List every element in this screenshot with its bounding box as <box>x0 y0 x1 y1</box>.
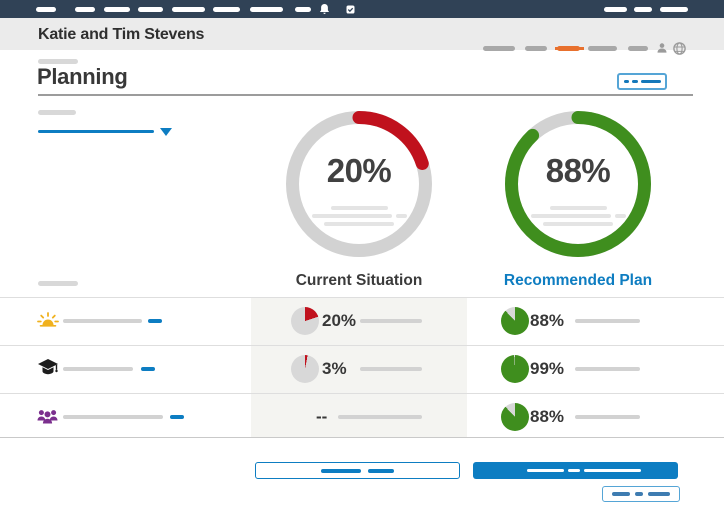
client-nav-tab[interactable] <box>525 46 547 51</box>
nav-link-placeholder[interactable] <box>172 7 205 12</box>
nav-link-placeholder[interactable] <box>604 7 627 12</box>
button-label-placeholder <box>648 492 670 496</box>
column-header-recommended[interactable]: Recommended Plan <box>467 272 689 290</box>
user-profile-icon[interactable] <box>656 42 668 54</box>
client-nav-tab[interactable] <box>628 46 648 51</box>
primary-action-button[interactable] <box>473 462 678 479</box>
value-placeholder <box>575 367 640 371</box>
recommended-mini-pie <box>501 307 529 335</box>
value-placeholder <box>575 319 640 323</box>
globe-icon[interactable] <box>673 42 686 55</box>
graduation-cap-icon <box>37 358 59 376</box>
value-placeholder <box>338 415 422 419</box>
header-divider <box>38 94 693 96</box>
button-label-placeholder <box>635 492 643 496</box>
top-navbar <box>0 0 724 18</box>
nav-link-placeholder[interactable] <box>104 7 130 12</box>
goals-column-placeholder <box>38 281 78 286</box>
button-label-placeholder <box>584 469 641 473</box>
goal-label-placeholder <box>63 319 142 323</box>
goal-edit-link[interactable] <box>141 367 155 371</box>
active-tab-underline <box>555 47 584 50</box>
goal-row: 20% 88% <box>0 297 724 345</box>
gauge-text-placeholder <box>543 222 613 227</box>
nav-link-placeholder[interactable] <box>250 7 283 12</box>
chevron-down-icon[interactable] <box>160 128 172 136</box>
column-header-current: Current Situation <box>251 272 467 290</box>
current-mini-pie <box>291 307 319 335</box>
gauge-text-placeholder <box>550 206 607 211</box>
goal-label-placeholder <box>63 367 133 371</box>
tertiary-action-button[interactable] <box>602 486 680 502</box>
nav-link-placeholder[interactable] <box>295 7 311 12</box>
sunrise-icon <box>37 312 59 328</box>
goal-edit-link[interactable] <box>170 415 184 419</box>
secondary-action-button[interactable] <box>255 462 460 479</box>
button-label-placeholder <box>641 80 661 84</box>
goal-label-placeholder <box>63 415 163 419</box>
page-title: Planning <box>37 64 128 90</box>
recommended-probability-value: 99% <box>530 358 564 380</box>
notifications-bell-icon[interactable] <box>319 3 330 15</box>
value-placeholder <box>360 367 422 371</box>
nav-link-placeholder[interactable] <box>634 7 652 12</box>
dropdown-label-placeholder <box>38 110 76 115</box>
gauge-text-placeholder <box>331 206 388 211</box>
family-icon <box>37 408 58 424</box>
security-check-icon[interactable] <box>346 5 355 14</box>
button-label-placeholder <box>632 80 638 84</box>
current-situation-gauge: 20% <box>286 111 432 257</box>
button-label-placeholder <box>624 80 629 84</box>
goal-row: 3% 99% <box>0 345 724 393</box>
client-nav-tab[interactable] <box>588 46 617 51</box>
current-probability-value: -- <box>316 406 327 428</box>
gauge-text-placeholder <box>312 214 392 219</box>
gauge-text-placeholder <box>324 222 394 227</box>
goal-edit-link[interactable] <box>148 319 162 323</box>
button-label-placeholder <box>368 469 394 473</box>
recommended-plan-gauge: 88% <box>505 111 651 257</box>
gauge-text-placeholder <box>531 214 611 219</box>
gauge-text-placeholder <box>615 214 626 219</box>
button-label-placeholder <box>612 492 630 496</box>
button-label-placeholder <box>568 469 580 473</box>
client-header-bar: Katie and Tim Stevens <box>0 18 724 50</box>
current-probability-value: 3% <box>322 358 347 380</box>
gauge-text-placeholder <box>396 214 407 219</box>
nav-link-placeholder[interactable] <box>138 7 163 12</box>
recommended-probability-value: 88% <box>530 310 564 332</box>
gauge-value: 20% <box>327 152 392 190</box>
nav-link-placeholder[interactable] <box>75 7 95 12</box>
nav-link-placeholder[interactable] <box>213 7 240 12</box>
gauge-value: 88% <box>546 152 611 190</box>
client-nav-tab[interactable] <box>483 46 515 51</box>
button-label-placeholder <box>527 469 564 473</box>
goal-row: -- 88% <box>0 393 724 441</box>
recommended-mini-pie <box>501 403 529 431</box>
button-label-placeholder <box>321 469 361 473</box>
current-mini-pie <box>291 355 319 383</box>
value-placeholder <box>360 319 422 323</box>
current-probability-value: 20% <box>322 310 356 332</box>
client-name: Katie and Tim Stevens <box>38 18 204 50</box>
recommended-mini-pie <box>501 355 529 383</box>
nav-link-placeholder[interactable] <box>36 7 56 12</box>
value-placeholder <box>575 415 640 419</box>
view-options-button[interactable] <box>617 73 667 90</box>
nav-link-placeholder[interactable] <box>660 7 688 12</box>
recommended-probability-value: 88% <box>530 406 564 428</box>
dropdown-value-placeholder[interactable] <box>38 130 154 133</box>
